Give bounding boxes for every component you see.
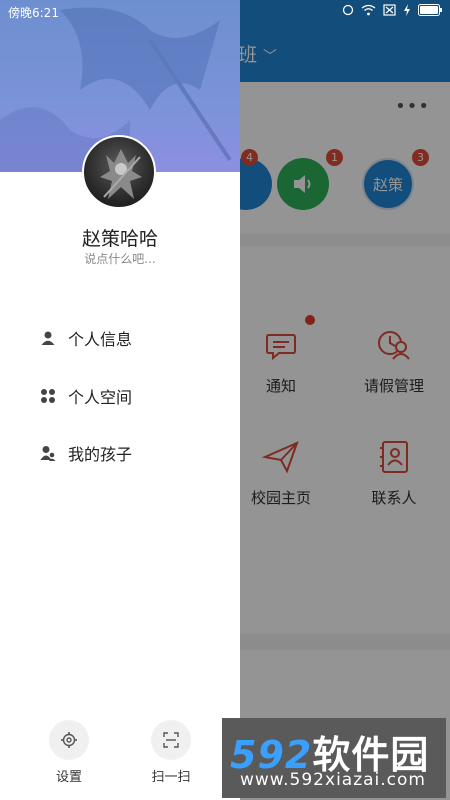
avatar-image xyxy=(100,149,142,199)
scan-label: 扫一扫 xyxy=(151,770,191,785)
user-name: 赵策哈哈 xyxy=(81,228,158,250)
settings-button[interactable] xyxy=(49,720,89,760)
menu-label: 个人信息 xyxy=(68,330,133,349)
charging-icon xyxy=(404,4,410,16)
scan-icon xyxy=(163,732,179,748)
avatar[interactable] xyxy=(82,135,156,209)
watermark-url: www.592xiazai.com xyxy=(240,770,426,790)
user-signature[interactable]: 说点什么吧... xyxy=(0,250,240,267)
navigation-drawer: 赵策哈哈 说点什么吧... 个人信息 个人空间 我的孩子 设置 扫一扫 xyxy=(0,0,240,800)
settings-label: 设置 xyxy=(55,770,82,785)
battery-icon xyxy=(418,4,442,16)
scan-button[interactable] xyxy=(151,720,191,760)
status-icons xyxy=(342,4,442,16)
menu-label: 个人空间 xyxy=(68,388,133,407)
status-time: 傍晚6:21 xyxy=(8,6,59,20)
sync-icon xyxy=(342,4,354,16)
person-icon xyxy=(40,330,56,346)
gear-icon xyxy=(61,732,77,748)
wifi-icon xyxy=(361,4,376,16)
menu-label: 我的孩子 xyxy=(68,445,133,464)
no-sim-icon xyxy=(383,4,396,16)
menu-item-profile[interactable]: 个人信息 xyxy=(40,326,132,350)
menu-item-space[interactable]: 个人空间 xyxy=(40,384,132,408)
status-bar: 傍晚6:21 xyxy=(0,0,450,24)
menu-item-children[interactable]: 我的孩子 xyxy=(40,441,132,465)
child-icon xyxy=(40,445,56,461)
grid-icon xyxy=(40,388,56,404)
watermark-logo: 592软件园 www.592xiazai.com xyxy=(222,718,446,798)
